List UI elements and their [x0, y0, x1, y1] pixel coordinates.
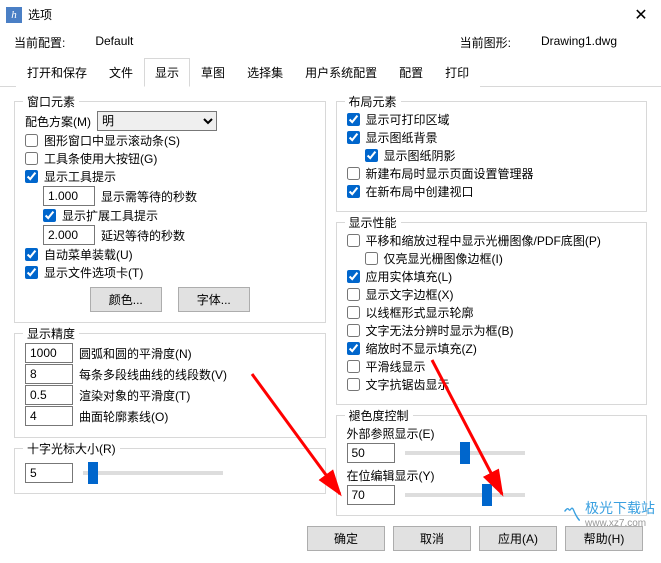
input-inplace-edit[interactable] [347, 485, 395, 505]
group-layout-elements: 布局元素 显示可打印区域 显示图纸背景 显示图纸阴影 新建布局时显示页面设置管理… [336, 101, 648, 212]
current-drawing-value: Drawing1.dwg [541, 34, 617, 51]
label-auto-menu: 自动菜单装载(U) [44, 246, 133, 263]
input-contour-lines[interactable] [25, 406, 73, 426]
label-render-smooth: 渲染对象的平滑度(T) [79, 387, 190, 404]
input-arc-smoothness[interactable] [25, 343, 73, 363]
group-title-cursor-size: 十字光标大小(R) [23, 440, 120, 457]
tab-1[interactable]: 文件 [98, 58, 144, 87]
slider-cursor-size[interactable] [83, 471, 223, 475]
checkbox-pan-zoom-raster[interactable] [347, 234, 360, 247]
checkbox-paper-shadow[interactable] [365, 149, 378, 162]
slider-xref-display[interactable] [405, 451, 525, 455]
app-icon: h [6, 7, 22, 23]
label-paper-shadow: 显示图纸阴影 [384, 147, 456, 164]
label-ext-delay: 延迟等待的秒数 [101, 227, 185, 244]
label-arc-smoothness: 圆弧和圆的平滑度(N) [79, 345, 192, 362]
label-show-tooltips: 显示工具提示 [44, 168, 116, 185]
checkbox-ext-tooltips[interactable] [43, 209, 56, 222]
current-profile-value: Default [95, 34, 133, 51]
checkbox-page-setup[interactable] [347, 167, 360, 180]
label-large-buttons: 工具条使用大按钮(G) [44, 150, 157, 167]
group-title-display-perf: 显示性能 [345, 214, 401, 231]
checkbox-scrollbars[interactable] [25, 134, 38, 147]
font-button[interactable]: 字体... [178, 287, 250, 312]
label-page-setup: 新建布局时显示页面设置管理器 [366, 165, 534, 182]
tab-5[interactable]: 用户系统配置 [294, 58, 388, 87]
input-polyline-segs[interactable] [25, 364, 73, 384]
label-text-boundary: 显示文字边框(X) [366, 286, 454, 303]
apply-button[interactable]: 应用(A) [479, 526, 557, 551]
group-title-layout-elements: 布局元素 [345, 93, 401, 110]
group-cursor-size: 十字光标大小(R) [14, 448, 326, 494]
checkbox-auto-menu[interactable] [25, 248, 38, 261]
checkbox-show-printable[interactable] [347, 113, 360, 126]
tab-4[interactable]: 选择集 [236, 58, 294, 87]
group-display-perf: 显示性能 平移和缩放过程中显示光栅图像/PDF底图(P) 仅亮显光栅图像边框(I… [336, 222, 648, 405]
label-zoom-no-fill: 缩放时不显示填充(Z) [366, 340, 477, 357]
checkbox-show-tooltips[interactable] [25, 170, 38, 183]
current-drawing-label: 当前图形: [460, 34, 511, 51]
checkbox-text-aa[interactable] [347, 378, 360, 391]
label-pan-zoom-raster: 平移和缩放过程中显示光栅图像/PDF底图(P) [366, 232, 601, 249]
label-smooth-line: 平滑线显示 [366, 358, 426, 375]
group-title-display-precision: 显示精度 [23, 325, 79, 342]
current-profile-label: 当前配置: [14, 34, 65, 51]
label-scrollbars: 图形窗口中显示滚动条(S) [44, 132, 180, 149]
ok-button[interactable]: 确定 [307, 526, 385, 551]
label-tooltip-delay: 显示需等待的秒数 [101, 188, 197, 205]
label-text-aa: 文字抗锯齿显示 [366, 376, 450, 393]
color-scheme-label: 配色方案(M) [25, 113, 91, 130]
label-contour-lines: 曲面轮廓素线(O) [79, 408, 168, 425]
group-fade-control: 褪色度控制 外部参照显示(E) 在位编辑显示(Y) [336, 415, 648, 516]
label-file-tabs: 显示文件选项卡(T) [44, 264, 143, 281]
input-xref-display[interactable] [347, 443, 395, 463]
help-button[interactable]: 帮助(H) [565, 526, 643, 551]
label-solid-fill: 应用实体填充(L) [366, 268, 453, 285]
group-window-elements: 窗口元素 配色方案(M) 明 图形窗口中显示滚动条(S) 工具条使用大按钮(G)… [14, 101, 326, 323]
input-render-smooth[interactable] [25, 385, 73, 405]
label-inplace-edit: 在位编辑显示(Y) [347, 467, 435, 484]
tab-7[interactable]: 打印 [434, 58, 480, 87]
group-title-window-elements: 窗口元素 [23, 93, 79, 110]
group-title-fade-control: 褪色度控制 [345, 407, 413, 424]
tab-3[interactable]: 草图 [190, 58, 236, 87]
checkbox-text-boundary[interactable] [347, 288, 360, 301]
checkbox-create-viewport[interactable] [347, 185, 360, 198]
checkbox-text-frame[interactable] [347, 324, 360, 337]
checkbox-zoom-no-fill[interactable] [347, 342, 360, 355]
checkbox-wireframe[interactable] [347, 306, 360, 319]
checkbox-solid-fill[interactable] [347, 270, 360, 283]
group-display-precision: 显示精度 圆弧和圆的平滑度(N) 每条多段线曲线的线段数(V) 渲染对象的平滑度… [14, 333, 326, 438]
slider-inplace-edit[interactable] [405, 493, 525, 497]
label-xref-display: 外部参照显示(E) [347, 425, 435, 442]
color-scheme-select[interactable]: 明 [97, 111, 217, 131]
label-paper-bg: 显示图纸背景 [366, 129, 438, 146]
tab-0[interactable]: 打开和保存 [16, 58, 98, 87]
label-wireframe: 以线框形式显示轮廓 [366, 304, 474, 321]
label-polyline-segs: 每条多段线曲线的线段数(V) [79, 366, 227, 383]
tab-2[interactable]: 显示 [144, 58, 190, 87]
checkbox-paper-bg[interactable] [347, 131, 360, 144]
checkbox-large-buttons[interactable] [25, 152, 38, 165]
label-create-viewport: 在新布局中创建视口 [366, 183, 474, 200]
tab-6[interactable]: 配置 [388, 58, 434, 87]
input-ext-delay[interactable] [43, 225, 95, 245]
label-show-printable: 显示可打印区域 [366, 111, 450, 128]
label-highlight-boundary: 仅亮显光栅图像边框(I) [384, 250, 503, 267]
window-title: 选项 [28, 6, 621, 23]
checkbox-smooth-line[interactable] [347, 360, 360, 373]
input-tooltip-delay[interactable] [43, 186, 95, 206]
input-cursor-size[interactable] [25, 463, 73, 483]
checkbox-highlight-boundary[interactable] [365, 252, 378, 265]
label-ext-tooltips: 显示扩展工具提示 [62, 207, 158, 224]
color-button[interactable]: 颜色... [90, 287, 162, 312]
close-button[interactable]: ✕ [621, 0, 661, 30]
label-text-frame: 文字无法分辨时显示为框(B) [366, 322, 514, 339]
checkbox-file-tabs[interactable] [25, 266, 38, 279]
cancel-button[interactable]: 取消 [393, 526, 471, 551]
